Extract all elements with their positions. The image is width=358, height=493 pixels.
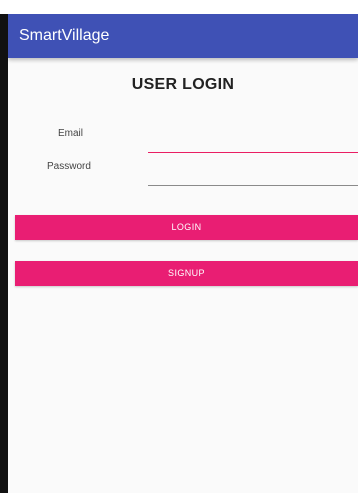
app-bar: SmartVillage: [8, 14, 358, 58]
page-title: USER LOGIN: [131, 76, 235, 93]
app-screen: SmartVillage USER LOGIN Email Password L…: [0, 14, 358, 493]
password-label: Password: [47, 161, 91, 172]
login-button[interactable]: LOGIN: [15, 215, 358, 240]
email-label: Email: [58, 128, 84, 139]
password-field[interactable]: [148, 165, 358, 186]
email-field[interactable]: [148, 132, 358, 153]
signup-button[interactable]: SIGNUP: [15, 261, 358, 286]
app-title: SmartVillage: [19, 27, 110, 44]
